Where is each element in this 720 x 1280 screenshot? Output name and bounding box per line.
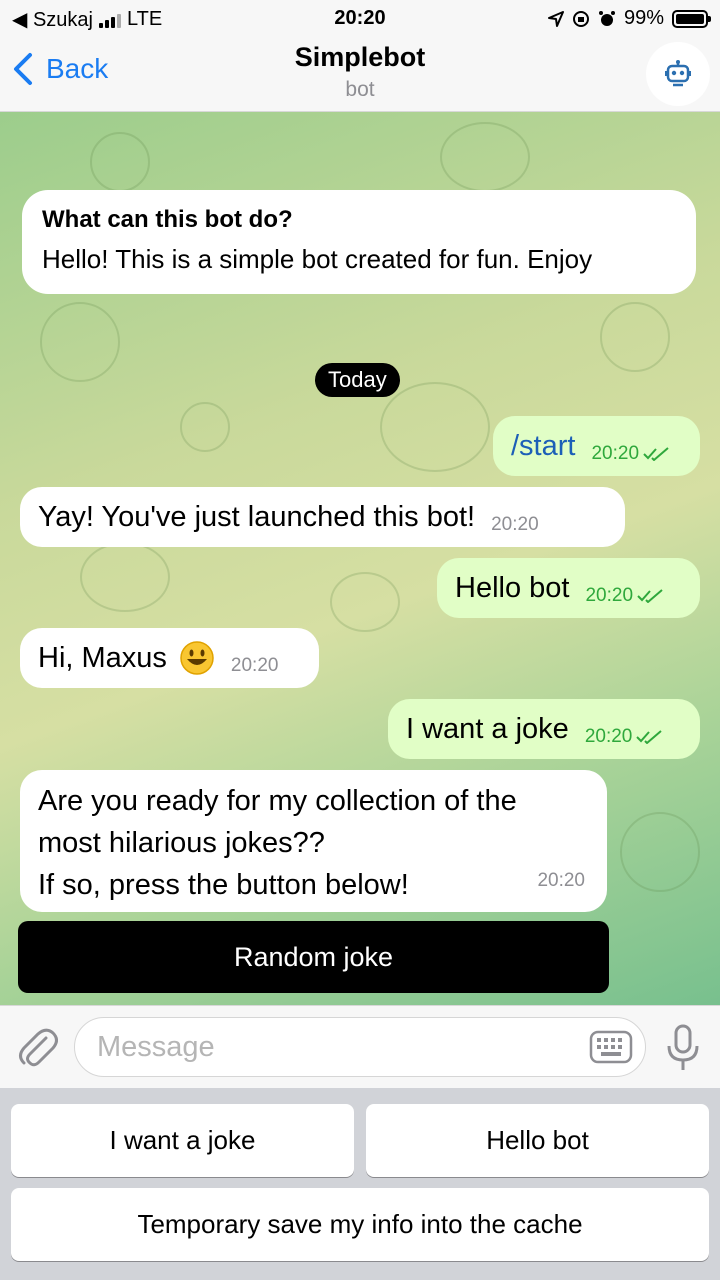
- reply-button-joke[interactable]: I want a joke: [11, 1104, 354, 1177]
- double-check-icon: [643, 447, 669, 461]
- reply-button-save-cache[interactable]: Temporary save my info into the cache: [11, 1188, 709, 1261]
- chat-title[interactable]: Simplebot: [0, 42, 720, 73]
- reply-keyboard: I want a joke Hello bot Temporary save m…: [0, 1088, 720, 1280]
- message-time: 20:20: [230, 655, 279, 676]
- wallpaper-doodle: [80, 542, 170, 612]
- battery-level: [676, 13, 704, 24]
- double-check-icon: [637, 589, 663, 603]
- bot-avatar[interactable]: [646, 42, 710, 106]
- wallpaper-doodle: [600, 302, 670, 372]
- orientation-lock-icon: [572, 10, 589, 27]
- bot-info-text: Hello! This is a simple bot created for …: [42, 244, 593, 274]
- message-time: 20:20: [537, 870, 585, 891]
- message-input[interactable]: [75, 1018, 555, 1076]
- keyboard-icon[interactable]: [589, 1030, 633, 1064]
- microphone-icon[interactable]: [666, 1024, 700, 1072]
- battery-percent: 99%: [623, 7, 664, 29]
- message-time: 20:20: [591, 443, 669, 465]
- chat-header: Back Simplebot bot: [0, 36, 720, 112]
- message-text: I want a joke: [406, 712, 569, 745]
- message-text: Yay! You've just launched this bot!: [38, 500, 476, 533]
- message-text: Hi, Maxus: [38, 641, 167, 674]
- wallpaper-doodle: [620, 812, 700, 892]
- message-text: Hello bot: [455, 571, 570, 604]
- message-field[interactable]: [74, 1017, 646, 1077]
- random-joke-button[interactable]: Random joke: [18, 921, 609, 993]
- wallpaper-doodle: [90, 132, 150, 192]
- wallpaper-doodle: [440, 122, 530, 192]
- chat-area[interactable]: What can this bot do? Hello! This is a s…: [0, 112, 720, 1005]
- wallpaper-doodle: [180, 402, 230, 452]
- alarm-icon: [598, 10, 615, 26]
- status-right: 99%: [547, 7, 711, 30]
- bot-info-card: What can this bot do? Hello! This is a s…: [22, 190, 696, 294]
- message-line: If so, press the button below!: [38, 869, 409, 901]
- message-bubble-incoming[interactable]: Are you ready for my collection of the m…: [20, 770, 607, 912]
- wallpaper-doodle: [380, 382, 490, 472]
- message-text[interactable]: /start: [511, 430, 575, 463]
- wallpaper-doodle: [330, 572, 400, 632]
- message-line: most hilarious jokes??: [38, 827, 325, 859]
- reply-button-hello[interactable]: Hello bot: [366, 1104, 709, 1177]
- paperclip-icon[interactable]: [16, 1024, 58, 1070]
- battery-icon: [672, 9, 711, 28]
- message-bubble-outgoing[interactable]: /start 20:20: [493, 416, 700, 476]
- message-bubble-incoming[interactable]: Yay! You've just launched this bot! 20:2…: [20, 487, 625, 547]
- robot-icon: [665, 60, 691, 87]
- smiley-emoji-icon: [180, 641, 214, 675]
- message-time: 20:20: [491, 514, 539, 535]
- message-bubble-incoming[interactable]: Hi, Maxus 20:20: [20, 628, 319, 688]
- chat-subtitle: bot: [345, 78, 375, 101]
- status-bar: ◀ Szukaj LTE 20:20 99%: [0, 0, 720, 36]
- double-check-icon: [636, 730, 663, 744]
- message-time: 20:20: [585, 726, 663, 748]
- message-time: 20:20: [585, 585, 663, 607]
- bot-info-title: What can this bot do?: [42, 206, 293, 233]
- location-icon: [547, 10, 564, 27]
- date-separator: Today: [315, 363, 400, 397]
- message-bubble-outgoing[interactable]: I want a joke 20:20: [388, 699, 700, 759]
- input-bar: [0, 1005, 720, 1088]
- message-bubble-outgoing[interactable]: Hello bot 20:20: [437, 558, 700, 618]
- message-line: Are you ready for my collection of the: [38, 785, 517, 817]
- wallpaper-doodle: [40, 302, 120, 382]
